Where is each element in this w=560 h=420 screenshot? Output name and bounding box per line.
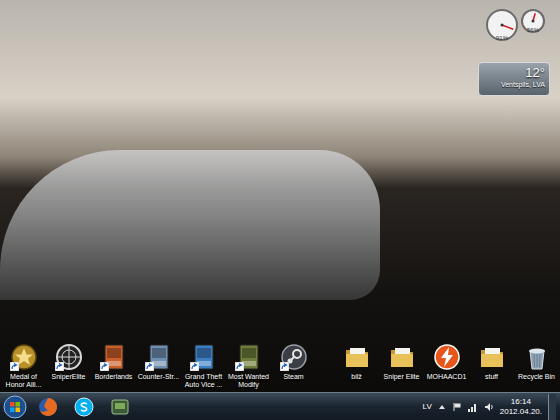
network-icon[interactable] (468, 402, 478, 412)
desktop-icon[interactable]: Most Wanted Modify (226, 343, 271, 389)
system-tray: LV 16:142012.04.20. (423, 394, 560, 420)
desktop-icon-label: Sniper Elite (379, 373, 424, 381)
folder-icon (478, 343, 506, 371)
show-desktop-button[interactable] (548, 394, 556, 420)
taskbar-button[interactable] (66, 393, 102, 420)
desktop-icon[interactable]: MOHAACD1 (424, 343, 469, 381)
weather-location: Ventspils, LVA (501, 80, 545, 89)
desktop-icon-label: Steam (271, 373, 316, 381)
desktop-icon[interactable]: SniperElite (46, 343, 91, 381)
taskbar-button[interactable] (102, 393, 138, 420)
desktop-icon[interactable]: Steam (271, 343, 316, 381)
shortcut-arrow-icon (100, 362, 109, 371)
shortcut-arrow-icon (190, 362, 199, 371)
shortcut-arrow-icon (145, 362, 154, 371)
desktop-icon[interactable]: bilž (334, 343, 379, 381)
taskbar-button[interactable] (30, 393, 66, 420)
dial-reading: 91% (485, 35, 519, 41)
weather-gadget[interactable]: 12°Ventspils, LVA (478, 62, 550, 96)
desktop-icon[interactable]: stuff (469, 343, 514, 381)
desktop-icon-row: Medal of Honor Alli...SniperEliteBorderl… (0, 343, 560, 392)
desktop-icon[interactable]: Counter-Str... (136, 343, 181, 381)
action-center-flag-icon[interactable] (452, 402, 462, 412)
shortcut-arrow-icon (10, 362, 19, 371)
cpu-dial: 56% (520, 8, 546, 34)
wallpaper-car (0, 150, 380, 300)
desktop-icon[interactable]: Sniper Elite (379, 343, 424, 381)
desktop-icon-label: bilž (334, 373, 379, 381)
windows-orb-icon (3, 395, 27, 419)
desktop-icon-label: SniperElite (46, 373, 91, 381)
desktop-icon-label: Recycle Bin (514, 373, 559, 381)
language-indicator[interactable]: LV (423, 401, 432, 413)
desktop-icon[interactable]: Grand Theft Auto Vice ... (181, 343, 226, 389)
desktop-icon-label: Borderlands (91, 373, 136, 381)
desktop-icon-label: MOHAACD1 (424, 373, 469, 381)
lightning-icon (433, 343, 461, 371)
desktop-icon[interactable]: Recycle Bin (514, 343, 559, 381)
desktop-icon[interactable]: Borderlands (91, 343, 136, 381)
application-icon (110, 397, 130, 417)
desktop: 91%56% 12°Ventspils, LVA Medal of Honor Al… (0, 0, 560, 392)
desktop-icon-label: stuff (469, 373, 514, 381)
folder-icon (388, 343, 416, 371)
desktop-icon-label: Medal of Honor Alli... (1, 373, 46, 389)
taskbar: LV 16:142012.04.20. (0, 392, 560, 420)
desktop-screen: 91%56% 12°Ventspils, LVA Medal of Honor Al… (0, 0, 560, 420)
desktop-icon[interactable]: Medal of Honor Alli... (1, 343, 46, 389)
volume-icon[interactable] (484, 402, 494, 412)
desktop-icon-label: Most Wanted Modify (226, 373, 271, 389)
desktop-icon-label: Counter-Str... (136, 373, 181, 381)
recycle-bin-icon (523, 343, 551, 371)
dial-reading: 56% (520, 27, 546, 33)
cpu-dial: 91% (485, 8, 519, 42)
clock[interactable]: 16:142012.04.20. (500, 397, 542, 417)
start-button[interactable] (0, 393, 30, 420)
desktop-icon-label: Grand Theft Auto Vice ... (181, 373, 226, 389)
clock-time: 16:14 (511, 397, 531, 407)
show-hidden-icons-icon[interactable] (438, 403, 446, 411)
skype-icon (74, 397, 94, 417)
weather-temperature: 12° (525, 65, 545, 80)
cpu-meter-gadget[interactable]: 91%56% (485, 8, 546, 42)
clock-date: 2012.04.20. (500, 407, 542, 417)
shortcut-arrow-icon (235, 362, 244, 371)
shortcut-arrow-icon (280, 362, 289, 371)
shortcut-arrow-icon (55, 362, 64, 371)
firefox-icon (38, 397, 58, 417)
folder-icon (343, 343, 371, 371)
